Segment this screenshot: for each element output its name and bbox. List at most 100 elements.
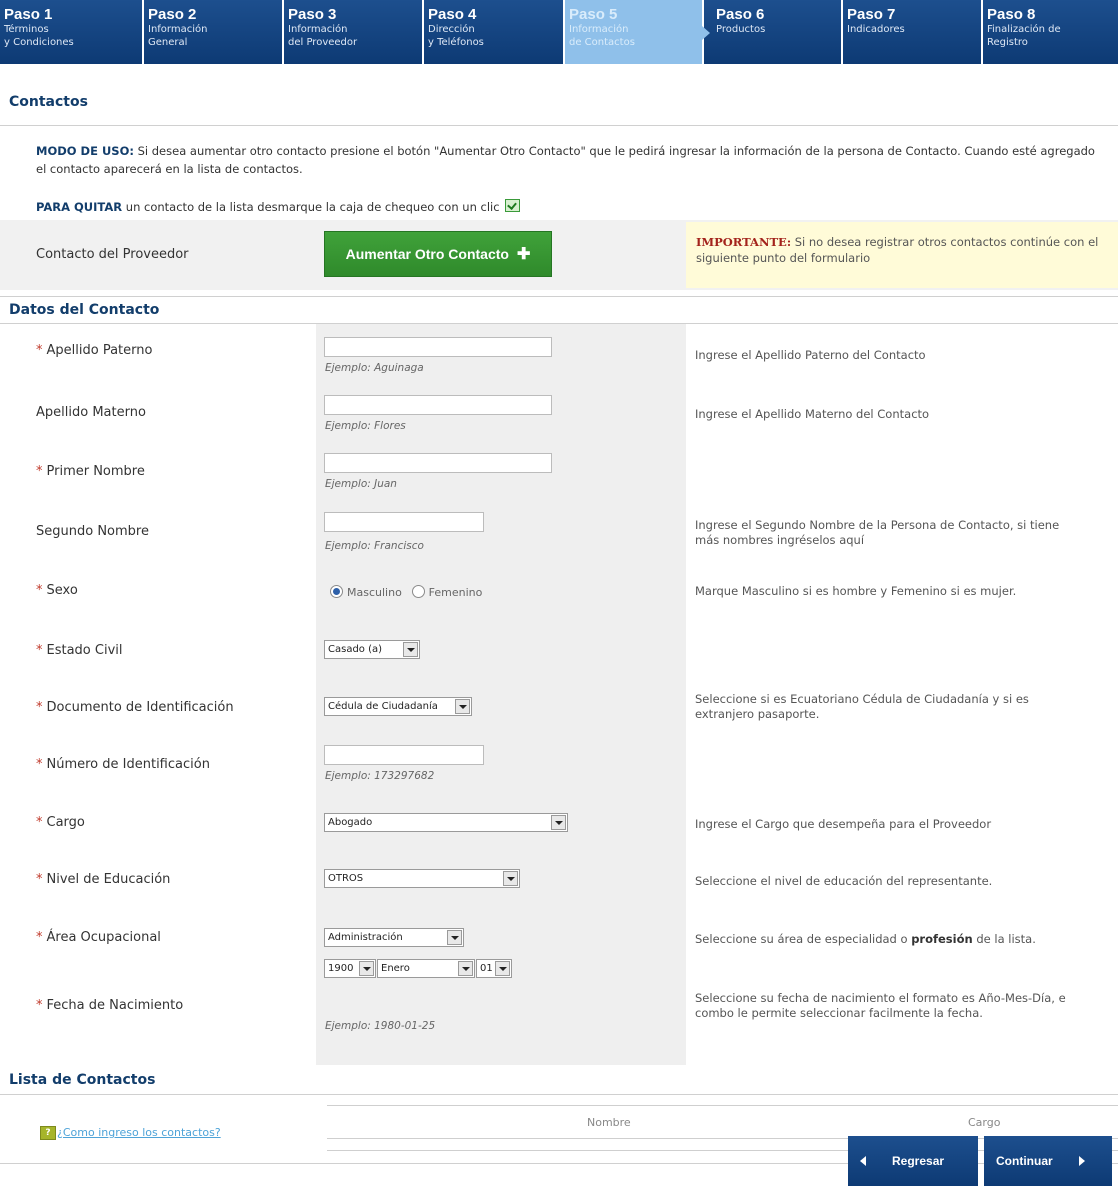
help-cell: Ingrese el Cargo que desempeña para el P… [686,794,1118,851]
input-cell: Cédula de Ciudadanía [316,680,686,738]
radio-femenino[interactable] [411,585,425,598]
input-cell: Abogado [316,794,686,851]
step-number: Paso 1 [4,6,53,23]
checkbox-check-icon [505,199,521,212]
usage-label: MODO DE USO: [36,144,134,158]
add-contact-button-label: Aumentar Otro Contacto [345,246,509,262]
apellido-paterno-input[interactable] [324,337,552,357]
back-button[interactable]: Regresar [848,1136,978,1186]
step-3[interactable]: Paso 3 Información del Proveedor [284,0,424,64]
remove-text: un contacto de la lista desmarque la caj… [122,200,500,214]
step-7[interactable]: Paso 7 Indicadores [843,0,983,64]
arrow-right-icon [1078,1156,1085,1166]
select-value: 1900 [328,963,354,974]
nivel-educacion-select[interactable]: OTROS [324,869,520,888]
help-question-icon[interactable]: ? [40,1126,56,1140]
row-documento: * Documento de Identificación Cédula de C… [0,680,1118,738]
field-label-text: Sexo [46,583,78,598]
required-marker: * [36,757,43,772]
label-cell: * Área Ocupacional [0,908,316,965]
row-apellido-materno: Apellido Materno Ejemplo: Flores Ingrese… [0,381,1118,439]
help-text-part: de la lista. [972,932,1036,946]
documento-label: * Documento de Identificación [36,700,234,715]
birth-month-select[interactable]: Enero [377,959,475,978]
back-button-label: Regresar [892,1154,945,1168]
steps-bar: Paso 1 Términos y Condiciones Paso 2 Infor… [0,0,1118,64]
help-cell: Ingrese el Apellido Paterno del Contacto [686,324,1118,381]
nivel-educacion-label: * Nivel de Educación [36,872,170,887]
arrow-left-icon [860,1156,866,1166]
field-label-text: Primer Nombre [46,464,145,479]
step-1[interactable]: Paso 1 Términos y Condiciones [0,0,144,64]
dropdown-arrow-icon [455,699,470,714]
birth-day-select[interactable]: 01 [476,959,512,978]
dropdown-arrow-icon [495,961,510,976]
remove-instructions: PARA QUITAR un contacto de la lista desm… [36,199,521,214]
usage-text: Si desea aumentar otro contacto presione… [36,144,1095,176]
help-cell: Marque Masculino si es hombre y Femenino… [686,559,1118,623]
estado-civil-select[interactable]: Casado (a) [324,640,420,659]
continue-button-label: Continuar [996,1154,1053,1168]
area-ocupacional-select[interactable]: Administración [324,928,464,947]
usage-instructions: MODO DE USO: Si desea aumentar otro cont… [36,142,1106,178]
field-label-text: Cargo [46,815,85,830]
help-cell: Ingrese el Apellido Materno del Contacto [686,381,1118,439]
step-label: Información del Proveedor [288,24,358,48]
required-marker: * [36,872,43,887]
input-cell: Administración [316,908,686,965]
segundo-nombre-example: Ejemplo: Francisco [325,540,424,552]
apellido-materno-input[interactable] [324,395,552,415]
segundo-nombre-input[interactable] [324,512,484,532]
cargo-select[interactable]: Abogado [324,813,568,832]
remove-label: PARA QUITAR [36,200,123,214]
fecha-nacimiento-help: Seleccione su fecha de nacimiento el for… [695,991,1066,1020]
numero-identificacion-input[interactable] [324,745,484,765]
apellido-materno-label: Apellido Materno [36,405,146,420]
help-cell: Seleccione el nivel de educación del rep… [686,851,1118,908]
row-sexo: * Sexo Masculino Femenino Marque Masculin… [0,559,1118,623]
fecha-nacimiento-label: * Fecha de Nacimiento [36,998,183,1013]
field-label-text: Número de Identificación [46,757,210,772]
active-step-arrow-icon [702,26,710,40]
input-cell: OTROS [316,851,686,908]
help-cell [686,439,1118,498]
documento-select[interactable]: Cédula de Ciudadanía [324,697,472,716]
add-contact-button[interactable]: Aumentar Otro Contacto ✚ [324,231,552,277]
how-to-add-contacts-link[interactable]: ¿Como ingreso los contactos? [57,1126,221,1139]
row-area-ocupacional: * Área Ocupacional Administración Selecci… [0,908,1118,965]
help-cell [686,738,1118,794]
birth-year-select[interactable]: 1900 [324,959,376,978]
primer-nombre-input[interactable] [324,453,552,473]
step-label: Productos [716,24,766,35]
divider [0,1094,1118,1095]
field-label-text: Área Ocupacional [46,930,161,945]
row-numero-identificacion: * Número de Identificación Ejemplo: 17329… [0,738,1118,794]
step-label: Indicadores [847,24,905,35]
input-cell: Ejemplo: Aguinaga [316,324,686,381]
row-primer-nombre: * Primer Nombre Ejemplo: Juan [0,439,1118,498]
step-4[interactable]: Paso 4 Dirección y Teléfonos [424,0,565,64]
select-value: Casado (a) [328,644,383,655]
continue-button[interactable]: Continuar [984,1136,1112,1186]
step-number: Paso 4 [428,6,477,23]
select-value: Abogado [328,817,373,828]
table-top-line [327,1105,1118,1106]
radio-masculino[interactable] [330,585,343,598]
dropdown-arrow-icon [458,961,473,976]
area-ocupacional-label: * Área Ocupacional [36,930,161,945]
apellido-paterno-label: * Apellido Paterno [36,343,152,358]
row-nivel-educacion: * Nivel de Educación OTROS Seleccione el … [0,851,1118,908]
step-number: Paso 7 [847,6,896,23]
step-5-active[interactable]: Paso 5 Información de Contactos [565,0,710,64]
select-value: OTROS [328,873,364,884]
input-cell: 1900 Enero 01 Ejemplo: 1980-01-25 [316,959,686,1065]
label-cell: * Cargo [0,794,316,851]
sexo-help: Marque Masculino si es hombre y Femenino… [695,584,1017,598]
help-cell: Ingrese el Segundo Nombre de la Persona … [686,498,1118,559]
step-6[interactable]: Paso 6 Productos [704,0,843,64]
documento-help: Seleccione si es Ecuatoriano Cédula de C… [695,692,1029,721]
step-2[interactable]: Paso 2 Información General [144,0,284,64]
step-8[interactable]: Paso 8 Finalización de Registro [983,0,1118,64]
sexo-radio-group: Masculino Femenino [330,585,488,599]
select-value: Cédula de Ciudadanía [328,701,438,712]
